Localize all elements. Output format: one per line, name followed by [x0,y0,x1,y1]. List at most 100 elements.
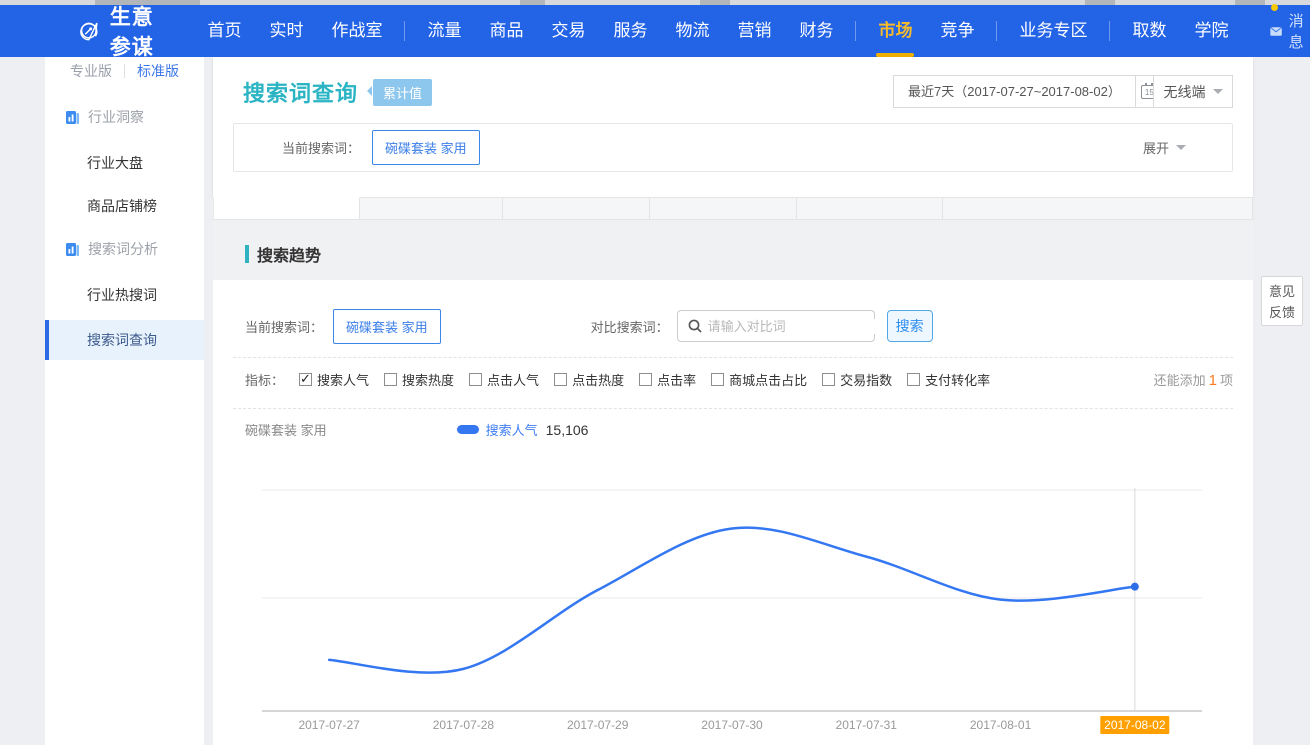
nav-item-market[interactable]: 市场 [864,5,926,57]
add-more-count: 1 [1206,372,1220,389]
x-axis-label: 2017-07-30 [701,718,762,732]
checkbox-icon[interactable] [907,373,920,386]
nav-item-traffic[interactable]: 流量 [413,5,475,57]
divider [233,408,1233,409]
checkbox-icon[interactable] [822,373,835,386]
sidebar-section-label: 行业洞察 [88,107,144,127]
nav-item-data-extract[interactable]: 取数 [1118,5,1180,57]
nav-item-academy[interactable]: 学院 [1180,5,1242,57]
checkbox-checked-icon[interactable] [299,373,312,386]
feedback-button[interactable]: 意见 反馈 [1261,276,1303,326]
x-axis-label: 2017-07-31 [836,718,897,732]
section-title-marker [245,245,249,263]
metric-checkbox-transaction-index[interactable]: 交易指数 [822,370,892,389]
compare-term-input[interactable] [708,319,884,334]
sidebar: 专业版 标准版 行业洞察 行业大盘 商品店铺榜 搜索词分析 行业热搜词 [45,57,204,745]
version-tab-standard[interactable]: 标准版 [125,61,191,81]
table-header-strip [213,197,1253,220]
nav-item-competition[interactable]: 竞争 [926,5,988,57]
legend-term: 碗碟套装 家用 [245,420,327,439]
messages-button[interactable]: 消息 [1270,10,1310,52]
nav-item-realtime[interactable]: 实时 [255,5,317,57]
page-title: 搜索词查询 [243,76,358,108]
metric-label: 搜索人气 [317,370,369,389]
nav-divider [1109,21,1110,41]
notification-dot [1271,4,1278,11]
table-header-cell [360,197,503,220]
nav-item-transaction[interactable]: 交易 [537,5,599,57]
metric-label: 点击热度 [572,370,624,389]
messages-label: 消息 [1289,10,1310,52]
current-term-label: 当前搜索词： [245,317,323,336]
trend-line-chart [262,488,1202,712]
metric-label: 点击率 [657,370,696,389]
metric-checkbox-mall-click-share[interactable]: 商城点击占比 [711,370,807,389]
compare-term-input-wrap [677,310,875,342]
sidebar-item-industry-overview[interactable]: 行业大盘 [45,127,204,170]
metric-checkbox-click-heat[interactable]: 点击热度 [554,370,624,389]
nav-item-home[interactable]: 首页 [193,5,255,57]
checkbox-icon[interactable] [554,373,567,386]
metric-checkbox-click-rate[interactable]: 点击率 [639,370,696,389]
checkbox-icon[interactable] [711,373,724,386]
nav-divider [855,21,856,41]
current-term-label: 当前搜索词： [282,138,360,157]
metrics-label: 指标： [245,370,284,389]
nav-item-finance[interactable]: 财务 [785,5,847,57]
date-range-value[interactable]: 最近7天（2017-07-27~2017-08-02） [893,75,1136,108]
metrics-row: 指标： 搜索人气 搜索热度 点击人气 点击热度 点击率 [213,370,1253,389]
sidebar-section-industry-insight[interactable]: 行业洞察 [45,81,204,127]
current-term-filter-box: 当前搜索词： 碗碟套装 家用 展开 [233,123,1233,172]
version-tab-pro[interactable]: 专业版 [58,61,124,81]
sidebar-section-search-term-analysis[interactable]: 搜索词分析 [45,213,204,259]
metric-checkbox-search-heat[interactable]: 搜索热度 [384,370,454,389]
divider [233,357,1233,358]
cumulative-value-badge: 累计值 [373,79,432,106]
sidebar-section-label: 搜索词分析 [88,239,158,259]
compare-term-label: 对比搜索词： [591,317,669,336]
nav-item-service[interactable]: 服务 [599,5,661,57]
sidebar-item-product-shop-ranking[interactable]: 商品店铺榜 [45,170,204,213]
search-button[interactable]: 搜索 [887,310,933,342]
feedback-label: 反馈 [1262,302,1302,323]
nav-item-war-room[interactable]: 作战室 [317,5,396,57]
checkbox-icon[interactable] [384,373,397,386]
nav-item-marketing[interactable]: 营销 [723,5,785,57]
chart-legend: 碗碟套装 家用 搜索人气 15,106 [213,420,1253,439]
table-header-cell [650,197,797,220]
section-title: 搜索趋势 [245,242,321,266]
checkbox-icon[interactable] [469,373,482,386]
current-term-tag[interactable]: 碗碟套装 家用 [333,309,441,344]
metric-checkbox-search-popularity[interactable]: 搜索人气 [299,370,369,389]
nav-item-logistics[interactable]: 物流 [661,5,723,57]
brand-logo[interactable]: 生意参谋 [78,1,173,61]
legend-metric: 搜索人气 [486,420,538,439]
page-header-card: 搜索词查询 累计值 最近7天（2017-07-27~2017-08-02） 15… [213,57,1253,197]
x-axis-labels: 2017-07-272017-07-282017-07-292017-07-30… [262,716,1202,734]
chevron-down-icon [1213,89,1223,94]
section-title-text: 搜索趋势 [257,242,321,266]
metric-checkbox-click-popularity[interactable]: 点击人气 [469,370,539,389]
date-range-picker[interactable]: 最近7天（2017-07-27~2017-08-02） 15 [893,75,1164,108]
metric-checkbox-payment-conversion[interactable]: 支付转化率 [907,370,990,389]
search-icon [688,319,702,333]
x-axis-label: 2017-07-28 [433,718,494,732]
expand-toggle[interactable]: 展开 [1143,138,1186,157]
nav-item-business-zone[interactable]: 业务专区 [1005,5,1101,57]
sidebar-item-search-term-query[interactable]: 搜索词查询 [45,320,204,360]
terminal-selector[interactable]: 无线端 [1153,75,1233,108]
current-term-tag[interactable]: 碗碟套装 家用 [372,130,480,165]
sidebar-item-industry-hot-words[interactable]: 行业热搜词 [45,259,204,302]
nav-divider [404,21,405,41]
terminal-selector-value: 无线端 [1164,82,1206,102]
metric-label: 商城点击占比 [729,370,807,389]
metric-label: 搜索热度 [402,370,454,389]
envelope-icon [1270,25,1282,38]
checkbox-icon[interactable] [639,373,652,386]
table-header-cell [943,197,1253,220]
chevron-down-icon [1176,145,1186,150]
nav-item-product[interactable]: 商品 [475,5,537,57]
chart-doc-icon [65,242,80,257]
x-axis-label: 2017-08-01 [970,718,1031,732]
nav-menu: 首页 实时 作战室 流量 商品 交易 服务 物流 营销 财务 市场 竞争 业务专… [193,5,1242,57]
